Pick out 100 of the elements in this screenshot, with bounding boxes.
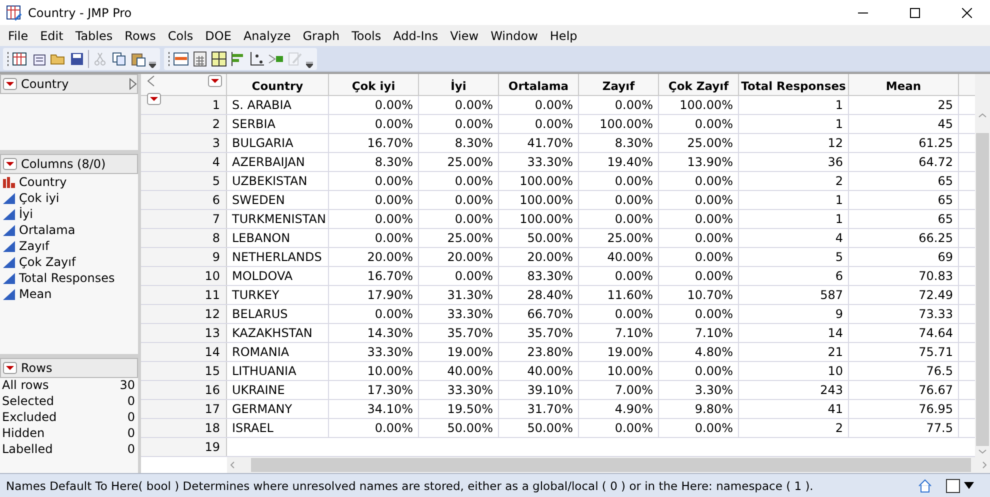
table-cell: 1 xyxy=(739,210,849,228)
table-cell: 41 xyxy=(739,400,849,418)
row-number[interactable]: 5 xyxy=(141,172,227,190)
menu-item[interactable]: DOE xyxy=(199,28,238,42)
menu-item[interactable]: Window xyxy=(484,28,544,42)
column-header[interactable]: Country xyxy=(227,74,329,95)
overflow-icon[interactable] xyxy=(306,62,313,68)
menu-item[interactable]: Tools xyxy=(346,28,388,42)
grid-icon[interactable] xyxy=(211,50,227,66)
table-cell: 4.80% xyxy=(659,343,739,361)
row-number[interactable]: 9 xyxy=(141,248,227,266)
column-name[interactable]: Country xyxy=(19,175,67,189)
dropdown-icon[interactable] xyxy=(3,362,17,374)
column-name[interactable]: Çok iyi xyxy=(19,191,60,205)
expand-icon[interactable] xyxy=(129,78,137,90)
menu-item[interactable]: Graph xyxy=(296,28,346,42)
panel-title: Columns (8/0) xyxy=(21,157,107,171)
home-icon[interactable] xyxy=(918,478,932,492)
table-cell: 66.25 xyxy=(849,229,959,247)
dropdown-icon[interactable] xyxy=(147,93,161,105)
axes-icon[interactable] xyxy=(249,50,265,66)
table-cell: 17.90% xyxy=(329,286,419,304)
maximize-icon[interactable] xyxy=(910,8,920,18)
row-number[interactable]: 2 xyxy=(141,115,227,133)
table-cell: 66.70% xyxy=(499,305,579,323)
menu-item[interactable]: Cols xyxy=(162,28,200,42)
dropdown-arrow-icon[interactable] xyxy=(964,482,974,490)
dropdown-icon[interactable] xyxy=(3,78,17,90)
dropdown-icon[interactable] xyxy=(3,158,17,170)
menu-item[interactable]: Edit xyxy=(34,28,70,42)
column-header[interactable]: Çok Zayıf xyxy=(659,74,739,95)
column-header[interactable]: Ortalama xyxy=(499,74,579,95)
dropdown-icon[interactable] xyxy=(208,75,222,87)
save-icon[interactable] xyxy=(69,50,85,66)
table-cell: 76.67 xyxy=(849,381,959,399)
column-name[interactable]: Total Responses xyxy=(19,271,115,285)
row-number[interactable]: 19 xyxy=(141,438,227,456)
table-cell: 1 xyxy=(739,115,849,133)
menu-item[interactable]: View xyxy=(444,28,485,42)
row-number[interactable]: 12 xyxy=(141,305,227,323)
row-number[interactable]: 8 xyxy=(141,229,227,247)
menu-item[interactable]: Add-Ins xyxy=(387,28,444,42)
calculator-icon[interactable] xyxy=(192,50,208,66)
column-header[interactable]: İyi xyxy=(419,74,499,95)
bar-chart-icon xyxy=(3,176,15,188)
column-header[interactable]: Mean xyxy=(849,74,959,95)
column-name[interactable]: Çok Zayıf xyxy=(19,255,76,269)
table-cell: SWEDEN xyxy=(227,191,329,209)
column-name[interactable]: Ortalama xyxy=(19,223,76,237)
column-header[interactable]: Total Responses xyxy=(739,74,849,95)
row-number[interactable]: 11 xyxy=(141,286,227,304)
row-number[interactable]: 6 xyxy=(141,191,227,209)
clipboard-icon[interactable] xyxy=(130,50,146,66)
row-number[interactable]: 15 xyxy=(141,362,227,380)
collapse-icon[interactable] xyxy=(147,75,155,87)
column-header[interactable]: Çok iyi xyxy=(329,74,419,95)
copy-icon[interactable] xyxy=(111,50,127,66)
row-number[interactable]: 7 xyxy=(141,210,227,228)
table-cell: 31.70% xyxy=(499,400,579,418)
table-cell: UKRAINE xyxy=(227,381,329,399)
table-cell: 40.00% xyxy=(499,362,579,380)
menu-item[interactable]: File xyxy=(2,28,34,42)
bar-chart-icon[interactable] xyxy=(230,50,246,66)
menu-item[interactable]: Help xyxy=(544,28,584,42)
row-number[interactable]: 10 xyxy=(141,267,227,285)
row-number[interactable]: 14 xyxy=(141,343,227,361)
column-name[interactable]: Mean xyxy=(19,287,52,301)
row-number[interactable]: 1 xyxy=(141,96,227,114)
scrollbar-thumb[interactable] xyxy=(976,133,989,446)
close-icon[interactable] xyxy=(962,8,972,18)
menu-item[interactable]: Analyze xyxy=(237,28,297,42)
row-number[interactable]: 13 xyxy=(141,324,227,342)
table-cell: 0.00% xyxy=(579,210,659,228)
table-cell: LEBANON xyxy=(227,229,329,247)
column-name[interactable]: İyi xyxy=(19,207,33,221)
column-header[interactable]: Zayıf xyxy=(579,74,659,95)
overflow-icon[interactable] xyxy=(149,62,156,68)
table-cell: 7.10% xyxy=(579,324,659,342)
row-number[interactable]: 17 xyxy=(141,400,227,418)
table-cell: 0.00% xyxy=(579,172,659,190)
menu-item[interactable]: Tables xyxy=(69,28,119,42)
menu-item[interactable]: Rows xyxy=(118,28,162,42)
new-table-icon[interactable] xyxy=(12,50,28,66)
table-icon[interactable] xyxy=(173,50,189,66)
panel-header[interactable]: Rows xyxy=(0,358,138,378)
panel-header[interactable]: Country xyxy=(0,74,138,94)
table-cell: 50.00% xyxy=(499,419,579,437)
table-cell: 17.30% xyxy=(329,381,419,399)
row-number[interactable]: 4 xyxy=(141,153,227,171)
panel-header[interactable]: Columns (8/0) xyxy=(0,154,138,174)
scrollbar-thumb[interactable] xyxy=(251,458,971,472)
table-cell: 14.30% xyxy=(329,324,419,342)
window-icon[interactable] xyxy=(946,478,960,492)
column-name[interactable]: Zayıf xyxy=(19,239,50,253)
triangle-icon xyxy=(3,224,15,236)
row-number[interactable]: 16 xyxy=(141,381,227,399)
row-number[interactable]: 18 xyxy=(141,419,227,437)
table-cell: 65 xyxy=(849,210,959,228)
row-number[interactable]: 3 xyxy=(141,134,227,152)
table-cell: 33.30% xyxy=(419,305,499,323)
